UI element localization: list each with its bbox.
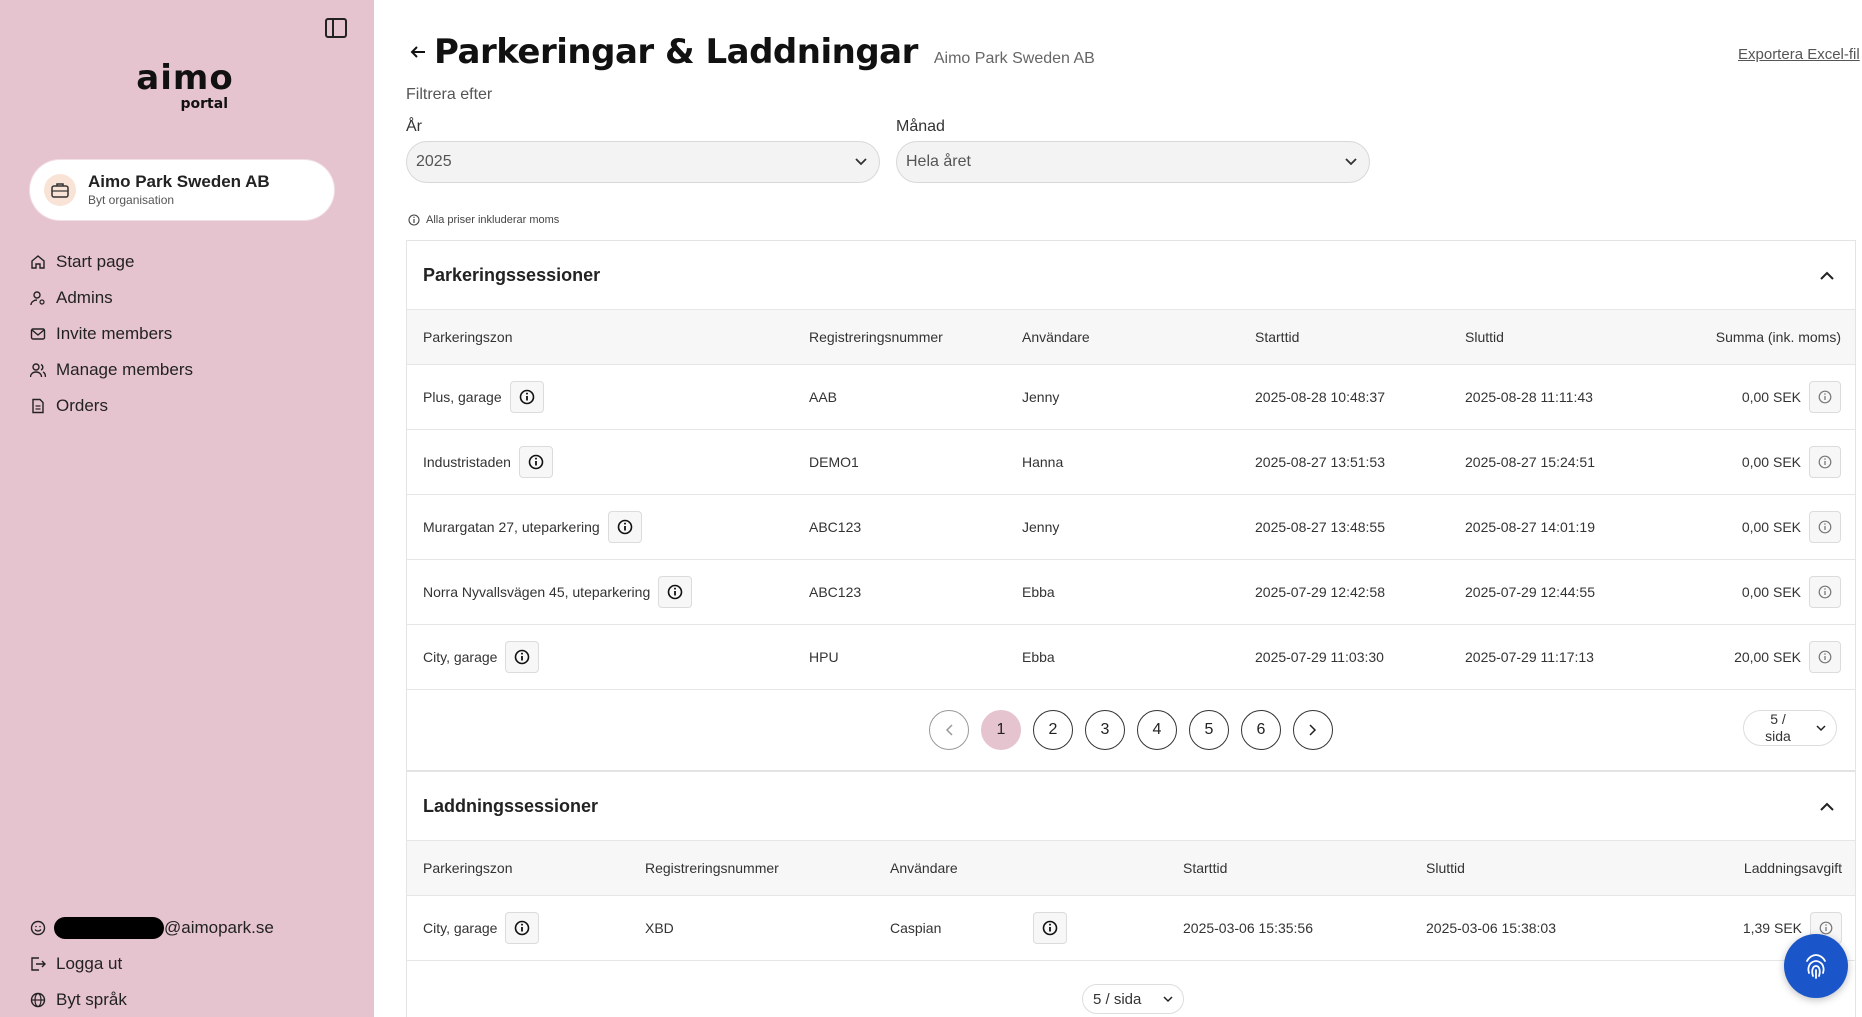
column-header[interactable]: Parkeringszon: [407, 860, 629, 876]
pagination: 1 2 3 4 5 6 5 / sida: [407, 690, 1855, 770]
month-select[interactable]: Hela året: [896, 141, 1370, 183]
parking-panel-title: Parkeringssessioner: [423, 264, 601, 285]
chevron-left-icon: [945, 724, 953, 736]
page-button-4[interactable]: 4: [1137, 710, 1177, 750]
price-info-icon[interactable]: [1809, 381, 1841, 413]
zone-info-icon[interactable]: [518, 446, 553, 478]
fingerprint-chat-icon[interactable]: [1784, 934, 1848, 998]
sidebar-item-orders[interactable]: Orders: [30, 388, 193, 424]
column-header[interactable]: Laddningsavgift: [1660, 860, 1842, 876]
parking-panel-header[interactable]: Parkeringssessioner: [407, 241, 1855, 309]
sidebar-item-start-page[interactable]: Start page: [30, 244, 193, 280]
chevron-down-icon: [1345, 158, 1357, 166]
page-header: Parkeringar & Laddningar Aimo Park Swede…: [406, 32, 1095, 72]
charging-per-page-select[interactable]: 5 / sida: [1082, 984, 1184, 1014]
zone-info-icon[interactable]: [509, 381, 544, 413]
page-org-name: Aimo Park Sweden AB: [933, 50, 1095, 67]
year-select[interactable]: 2025: [406, 141, 880, 183]
aimo-portal-logo[interactable]: aimo portal: [130, 60, 240, 112]
home-icon: [31, 255, 45, 269]
table-row: City, garage HPU Ebba 2025-07-29 11:03:3…: [407, 625, 1855, 690]
org-name: Aimo Park Sweden AB: [88, 172, 270, 191]
column-header[interactable]: Sluttid: [1410, 860, 1660, 876]
zone-info-icon[interactable]: [505, 641, 540, 673]
zone-info-icon[interactable]: [607, 511, 642, 543]
sidebar-item-invite-members[interactable]: Invite members: [30, 316, 193, 352]
parking-sessions-panel: Parkeringssessioner Parkeringszon Regist…: [406, 240, 1856, 771]
chevron-up-icon[interactable]: [1815, 263, 1839, 287]
chevron-right-icon: [1309, 724, 1317, 736]
column-header[interactable]: Användare: [874, 860, 1167, 876]
next-page-button[interactable]: [1293, 710, 1333, 750]
zone-info-icon[interactable]: [658, 576, 693, 608]
users-icon: [30, 363, 46, 378]
org-switcher[interactable]: Aimo Park Sweden AB Byt organisation: [30, 160, 334, 220]
price-info-icon[interactable]: [1809, 511, 1841, 543]
sidebar-footer: @aimopark.se Logga ut Byt språk: [30, 910, 274, 1017]
table-row: Norra Nyvallsvägen 45, uteparkering ABC1…: [407, 560, 1855, 625]
price-info-icon[interactable]: [1809, 641, 1841, 673]
table-row: City, garage XBD Caspian 2025-03-06 15:3…: [407, 896, 1855, 961]
document-icon: [32, 398, 44, 414]
main-content: Parkeringar & Laddningar Aimo Park Swede…: [406, 0, 1862, 1017]
column-header[interactable]: Starttid: [1239, 329, 1449, 345]
charging-table-header: Parkeringszon Registreringsnummer Använd…: [407, 840, 1855, 896]
column-header[interactable]: Sluttid: [1449, 329, 1649, 345]
change-language-button[interactable]: Byt språk: [30, 982, 274, 1017]
page-button-3[interactable]: 3: [1085, 710, 1125, 750]
sidebar-item-manage-members[interactable]: Manage members: [30, 352, 193, 388]
chevron-up-icon[interactable]: [1815, 794, 1839, 818]
charging-sessions-panel: Laddningssessioner Parkeringszon Registr…: [406, 771, 1856, 1017]
user-email: @aimopark.se: [30, 910, 274, 946]
briefcase-icon: [44, 174, 76, 206]
org-switch-label: Byt organisation: [88, 193, 175, 207]
sidebar-item-admins[interactable]: Admins: [30, 280, 193, 316]
prev-page-button[interactable]: [929, 710, 969, 750]
table-row: Plus, garage AAB Jenny 2025-08-28 10:48:…: [407, 365, 1855, 430]
sidebar-nav: Start page Admins Invite members Manage …: [30, 244, 193, 424]
table-row: Murargatan 27, uteparkering ABC123 Jenny…: [407, 495, 1855, 560]
column-header[interactable]: Registreringsnummer: [793, 329, 1006, 345]
charging-panel-header[interactable]: Laddningssessioner: [407, 772, 1855, 840]
chevron-down-icon: [855, 158, 867, 166]
chevron-down-icon: [1163, 995, 1173, 1002]
chevron-down-icon: [1816, 724, 1826, 731]
filter-heading: Filtrera efter: [406, 86, 493, 103]
page-title: Parkeringar & Laddningar: [434, 32, 918, 72]
month-label: Månad: [896, 118, 945, 135]
price-info-icon[interactable]: [1809, 446, 1841, 478]
charging-panel-title: Laddningssessioner: [423, 795, 599, 816]
logout-icon: [31, 957, 46, 971]
page-button-5[interactable]: 5: [1189, 710, 1229, 750]
column-header[interactable]: Användare: [1006, 329, 1239, 345]
year-label: År: [406, 118, 422, 135]
admin-icon: [30, 291, 45, 306]
zone-info-icon[interactable]: [505, 912, 540, 944]
logout-button[interactable]: Logga ut: [30, 946, 274, 982]
user-info-icon[interactable]: [1033, 912, 1067, 944]
parking-table-header: Parkeringszon Registreringsnummer Använd…: [407, 309, 1855, 365]
page-button-1[interactable]: 1: [981, 710, 1021, 750]
export-excel-link[interactable]: Exportera Excel-fil: [1738, 46, 1860, 63]
back-arrow-icon[interactable]: [406, 40, 430, 64]
column-header[interactable]: Registreringsnummer: [629, 860, 874, 876]
redacted-username: [54, 917, 164, 939]
column-header[interactable]: Starttid: [1167, 860, 1410, 876]
mail-icon: [30, 328, 46, 340]
table-row: Industristaden DEMO1 Hanna 2025-08-27 13…: [407, 430, 1855, 495]
page-button-6[interactable]: 6: [1241, 710, 1281, 750]
price-info-icon[interactable]: [1809, 576, 1841, 608]
column-header[interactable]: Parkeringszon: [407, 329, 793, 345]
globe-icon: [30, 992, 46, 1008]
column-header[interactable]: Summa (ink. moms): [1649, 329, 1841, 345]
smile-icon: [30, 920, 46, 936]
sidebar: aimo portal Aimo Park Sweden AB Byt orga…: [0, 0, 374, 1017]
info-icon: [408, 214, 420, 226]
sidebar-toggle-icon[interactable]: [322, 14, 350, 42]
per-page-select[interactable]: 5 / sida: [1743, 710, 1837, 746]
vat-note: Alla priser inkluderar moms: [408, 214, 559, 226]
page-button-2[interactable]: 2: [1033, 710, 1073, 750]
